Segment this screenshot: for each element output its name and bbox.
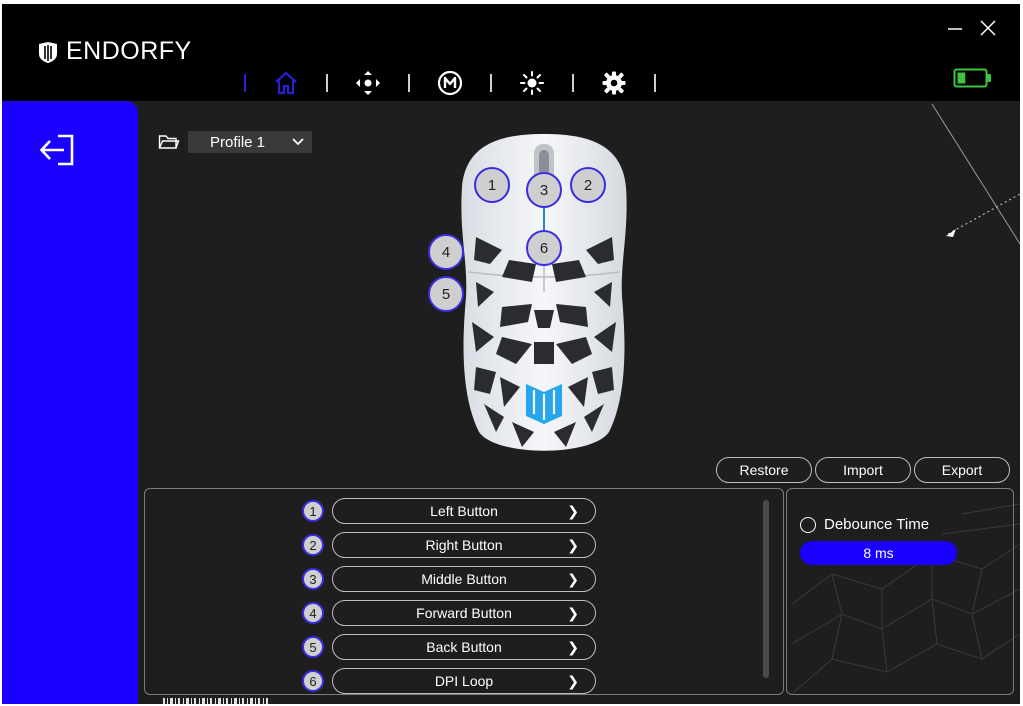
- list-item: 2 Right Button ❯: [302, 532, 602, 558]
- chevron-right-icon: ❯: [567, 673, 579, 689]
- debounce-value-selector[interactable]: 8 ms: [800, 541, 957, 565]
- button-assign-label: DPI Loop: [434, 673, 494, 689]
- restore-button[interactable]: Restore: [716, 457, 812, 483]
- nav-item-macro[interactable]: [436, 69, 464, 97]
- chevron-right-icon: ❯: [567, 503, 579, 519]
- crosshair-icon: [356, 71, 380, 95]
- back-button[interactable]: [38, 133, 76, 167]
- minimize-icon: [948, 28, 962, 30]
- mouse-badge-5[interactable]: 5: [428, 276, 464, 312]
- debounce-option: Debounce Time: [800, 516, 929, 533]
- list-item: 1 Left Button ❯: [302, 498, 602, 524]
- brand-logo: ENDORFY: [36, 37, 192, 66]
- chevron-right-icon: ❯: [567, 537, 579, 553]
- list-item: 5 Back Button ❯: [302, 634, 602, 660]
- endorfy-logo-icon: [39, 41, 57, 63]
- profile-selector: Profile 1: [158, 131, 312, 153]
- mouse-diagram: 1 2 3 4 5 6: [428, 132, 634, 462]
- list-item: 6 DPI Loop ❯: [302, 668, 602, 694]
- button-assign-forward[interactable]: Forward Button ❯: [332, 600, 596, 626]
- title-bar: ENDORFY: [2, 4, 1020, 101]
- close-button[interactable]: [976, 16, 1000, 40]
- brightness-icon: [520, 71, 544, 95]
- nav-separator: [408, 74, 410, 92]
- battery-icon: [953, 68, 991, 88]
- button-assign-middle[interactable]: Middle Button ❯: [332, 566, 596, 592]
- button-assign-left[interactable]: Left Button ❯: [332, 498, 596, 524]
- debounce-label: Debounce Time: [824, 516, 930, 533]
- minimize-button[interactable]: [943, 16, 967, 40]
- export-button[interactable]: Export: [914, 457, 1010, 483]
- button-assign-back[interactable]: Back Button ❯: [332, 634, 596, 660]
- nav-item-lighting[interactable]: [518, 69, 546, 97]
- button-number-badge: 2: [302, 534, 324, 556]
- chevron-down-icon: [292, 138, 304, 146]
- back-arrow-icon: [39, 134, 74, 166]
- brand-name: ENDORFY: [66, 37, 192, 65]
- button-number-badge: 6: [302, 670, 324, 692]
- mouse-badge-1[interactable]: 1: [474, 167, 510, 203]
- button-number-badge: 4: [302, 602, 324, 624]
- nav-item-settings[interactable]: [600, 69, 628, 97]
- main-nav: [218, 66, 682, 100]
- nav-separator: [244, 74, 246, 92]
- nav-separator: [490, 74, 492, 92]
- nav-separator: [326, 74, 328, 92]
- mouse-badge-2[interactable]: 2: [570, 167, 606, 203]
- macro-m-icon: [437, 70, 463, 96]
- button-assign-label: Right Button: [425, 537, 503, 553]
- home-icon: [275, 71, 297, 95]
- list-scrollbar[interactable]: [763, 500, 769, 678]
- sidebar: [2, 101, 138, 704]
- debounce-radio[interactable]: [800, 516, 816, 533]
- gear-icon: [602, 71, 626, 95]
- mouse-badge-3[interactable]: 3: [526, 172, 562, 208]
- chevron-right-icon: ❯: [567, 571, 579, 587]
- button-number-badge: 1: [302, 500, 324, 522]
- mouse-badge-4[interactable]: 4: [428, 234, 464, 270]
- app-window: ENDORFY Profile 1 1 2 3 4 5 6 Restore Im…: [2, 4, 1020, 704]
- chevron-right-icon: ❯: [567, 639, 579, 655]
- battery-indicator: [953, 67, 993, 94]
- nav-item-home[interactable]: [272, 69, 300, 97]
- profile-dropdown-value: Profile 1: [210, 133, 266, 151]
- button-assign-label: Forward Button: [416, 605, 512, 621]
- barcode-decoration: [163, 698, 268, 704]
- profile-dropdown[interactable]: Profile 1: [188, 131, 312, 153]
- nav-separator: [654, 74, 656, 92]
- folder-icon: [158, 135, 180, 149]
- import-button[interactable]: Import: [815, 457, 911, 483]
- button-assign-dpi-loop[interactable]: DPI Loop ❯: [332, 668, 596, 694]
- button-assign-label: Left Button: [430, 503, 498, 519]
- button-assign-right[interactable]: Right Button ❯: [332, 532, 596, 558]
- nav-item-buttons[interactable]: [354, 69, 382, 97]
- mouse-badge-6[interactable]: 6: [526, 230, 562, 266]
- nav-separator: [572, 74, 574, 92]
- chevron-right-icon: ❯: [567, 605, 579, 621]
- button-number-badge: 5: [302, 636, 324, 658]
- button-assign-label: Back Button: [426, 639, 502, 655]
- button-number-badge: 3: [302, 568, 324, 590]
- list-item: 3 Middle Button ❯: [302, 566, 602, 592]
- list-item: 4 Forward Button ❯: [302, 600, 602, 626]
- button-assign-label: Middle Button: [421, 571, 507, 587]
- close-icon: [980, 20, 996, 36]
